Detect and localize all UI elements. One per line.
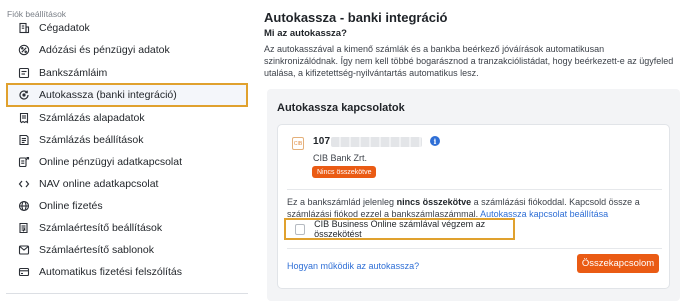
sidebar-divider xyxy=(6,293,248,294)
sidebar-item-label: Számlaértesítő sablonok xyxy=(39,243,154,256)
sidebar-item-invoicing-basics[interactable]: Számlázás alapadatok xyxy=(6,107,248,128)
business-online-checkbox[interactable] xyxy=(295,223,306,235)
sidebar-item-notification-settings[interactable]: Számlaértesítő beállítások xyxy=(6,217,248,238)
sidebar-item-label: Online pénzügyi adatkapcsolat xyxy=(39,155,183,168)
info-text-bold: nincs összekötve xyxy=(396,197,472,207)
invoice-icon xyxy=(17,111,30,124)
reminder-icon xyxy=(17,265,30,278)
connection-icon xyxy=(17,177,30,190)
sidebar-item-payment-reminder[interactable]: Automatikus fizetési felszólítás xyxy=(6,261,248,282)
template-icon xyxy=(17,243,30,256)
company-icon xyxy=(17,21,30,34)
connection-info-text: Ez a bankszámlád jelenleg nincs összeköt… xyxy=(287,196,667,220)
bank-logo-icon: CIB xyxy=(292,137,304,150)
sidebar-item-online-payment[interactable]: Online fizetés xyxy=(6,195,248,216)
globe-icon xyxy=(17,199,30,212)
connections-panel: Autokassza kapcsolatok CIB 107 i CIB Ban… xyxy=(267,89,680,301)
sidebar-item-label: Számlázás alapadatok xyxy=(39,111,145,124)
sidebar-item-notification-templates[interactable]: Számlaértesítő sablonok xyxy=(6,239,248,260)
sidebar-item-label: Számlázás beállítások xyxy=(39,133,144,146)
description-text: Az autokasszával a kimenő számlák és a b… xyxy=(264,44,674,78)
sidebar-item-tax[interactable]: Adózási és pénzügyi adatok xyxy=(6,39,248,60)
card-divider xyxy=(287,248,662,249)
page-title: Autokassza - banki integráció xyxy=(264,10,448,25)
bank-account-icon xyxy=(17,66,30,79)
online-finance-icon xyxy=(17,155,30,168)
sidebar-item-label: Automatikus fizetési felszólítás xyxy=(39,265,182,278)
checkbox-label: CIB Business Online számlával végzem az … xyxy=(314,219,486,239)
bank-name: CIB Bank Zrt. xyxy=(313,153,368,163)
sidebar-item-nav-online[interactable]: NAV online adatkapcsolat xyxy=(6,173,248,194)
sidebar-item-label: Autokassza (banki integráció) xyxy=(39,89,177,101)
sidebar-item-label: Cégadatok xyxy=(39,21,90,34)
info-icon[interactable]: i xyxy=(430,136,440,146)
sidebar-item-autokassza[interactable]: Autokassza (banki integráció) xyxy=(6,83,248,107)
help-link[interactable]: Hogyan működik az autokassza? xyxy=(287,261,419,271)
sidebar-item-label: Bankszámláim xyxy=(39,66,108,79)
section-subheading: Mi az autokassza? xyxy=(264,28,347,39)
business-online-checkbox-row[interactable]: CIB Business Online számlával végzem az … xyxy=(284,218,515,240)
bank-connection-card: CIB 107 i CIB Bank Zrt. Nincs összekötve… xyxy=(277,124,670,289)
tax-icon xyxy=(17,43,30,56)
sidebar-item-label: NAV online adatkapcsolat xyxy=(39,177,159,190)
account-number-masked xyxy=(331,137,422,147)
sidebar-item-bank-accounts[interactable]: Bankszámláim xyxy=(6,62,248,83)
sidebar-item-label: Számlaértesítő beállítások xyxy=(39,221,163,234)
sidebar-item-company[interactable]: Cégadatok xyxy=(6,17,248,38)
invoice-settings-icon xyxy=(17,133,30,146)
sidebar-item-label: Adózási és pénzügyi adatok xyxy=(39,43,170,56)
card-divider xyxy=(287,189,662,190)
sidebar: Fiók beállítások Cégadatok Adózási és pé… xyxy=(0,0,250,301)
status-badge: Nincs összekötve xyxy=(312,166,377,178)
connect-button[interactable]: Összekapcsolom xyxy=(577,254,659,273)
sidebar-item-label: Online fizetés xyxy=(39,199,103,212)
notification-settings-icon xyxy=(17,221,30,234)
panel-title: Autokassza kapcsolatok xyxy=(277,102,405,114)
main-content: Autokassza - banki integráció Mi az auto… xyxy=(264,0,688,301)
sync-icon xyxy=(17,89,30,102)
info-text-start: Ez a bankszámlád jelenleg xyxy=(287,197,397,207)
sidebar-item-invoicing-settings[interactable]: Számlázás beállítások xyxy=(6,129,248,150)
sidebar-item-online-finance[interactable]: Online pénzügyi adatkapcsolat xyxy=(6,151,248,172)
account-number: 107 xyxy=(313,136,331,147)
